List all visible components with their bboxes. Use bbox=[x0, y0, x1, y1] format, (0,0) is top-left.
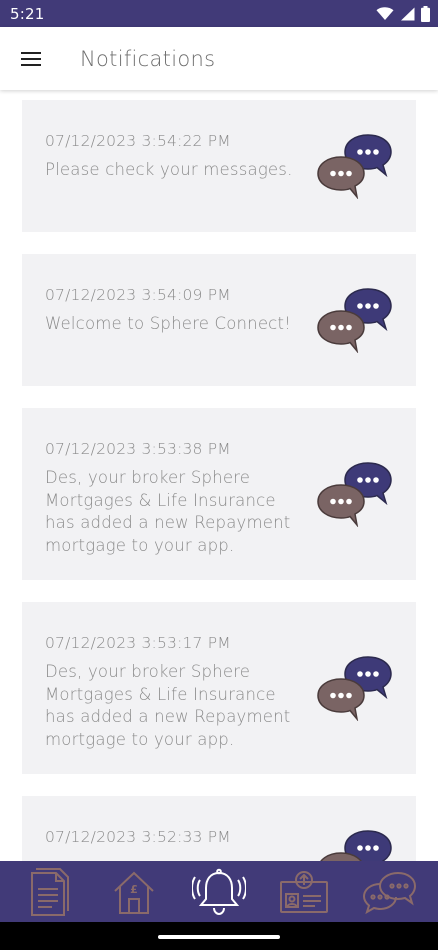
document-icon bbox=[30, 867, 69, 916]
gesture-nav-bar bbox=[0, 922, 438, 950]
chat-bubbles-icon bbox=[317, 656, 392, 721]
upload-id-icon bbox=[280, 870, 329, 913]
nav-documents[interactable] bbox=[19, 864, 79, 920]
notification-message: Welcome to Sphere Connect! bbox=[45, 314, 291, 333]
notification-timestamp: 07/12/2023 3:53:17 PM bbox=[45, 634, 231, 652]
nav-messages[interactable] bbox=[359, 864, 419, 920]
status-icons bbox=[376, 5, 430, 22]
home-pound-icon: £ bbox=[114, 871, 154, 914]
chat-bubbles-icon bbox=[317, 134, 392, 199]
wifi-icon bbox=[376, 6, 394, 20]
status-time: 5:21 bbox=[10, 4, 45, 23]
signal-icon bbox=[401, 7, 415, 20]
menu-button[interactable] bbox=[0, 27, 62, 90]
app-bar: Notifications bbox=[0, 27, 438, 90]
svg-text:£: £ bbox=[130, 883, 138, 896]
notification-timestamp: 07/12/2023 3:53:38 PM bbox=[45, 440, 231, 458]
hamburger-menu-icon bbox=[21, 51, 41, 66]
notification-card[interactable]: 07/12/2023 3:53:38 PM Des, your broker S… bbox=[22, 408, 416, 580]
notifications-list-viewport[interactable]: 07/12/2023 3:54:22 PM Please check your … bbox=[0, 90, 438, 861]
notification-message: Please check your messages. bbox=[45, 160, 293, 179]
nav-notifications[interactable] bbox=[189, 864, 249, 920]
status-bar: 5:21 bbox=[0, 0, 438, 27]
notification-timestamp: 07/12/2023 3:54:22 PM bbox=[45, 132, 231, 150]
notification-card[interactable]: 07/12/2023 3:54:22 PM Please check your … bbox=[22, 100, 416, 232]
chat-bubbles-icon bbox=[320, 830, 392, 861]
notification-message: Des, your broker Sphere Mortgages & Life… bbox=[45, 468, 291, 555]
notification-card[interactable]: 07/12/2023 3:54:09 PM Welcome to Sphere … bbox=[22, 254, 416, 386]
notifications-list: 07/12/2023 3:54:22 PM Please check your … bbox=[0, 90, 438, 861]
nav-home[interactable]: £ bbox=[104, 864, 164, 920]
notification-card[interactable]: 07/12/2023 3:52:33 PM bbox=[22, 796, 416, 861]
notification-message: Des, your broker Sphere Mortgages & Life… bbox=[45, 662, 291, 749]
chat-bubbles-icon bbox=[317, 462, 392, 527]
chat-bubbles-icon bbox=[317, 288, 392, 353]
notification-timestamp: 07/12/2023 3:54:09 PM bbox=[45, 286, 231, 304]
home-gesture-handle[interactable] bbox=[158, 935, 280, 939]
bell-icon bbox=[191, 868, 246, 915]
nav-upload-id[interactable] bbox=[274, 864, 334, 920]
notification-card[interactable]: 07/12/2023 3:53:17 PM Des, your broker S… bbox=[22, 602, 416, 774]
notification-timestamp: 07/12/2023 3:52:33 PM bbox=[45, 828, 231, 846]
chat-icon bbox=[363, 871, 417, 914]
bottom-nav: £ bbox=[0, 861, 438, 922]
battery-icon bbox=[421, 5, 430, 22]
page-title: Notifications bbox=[80, 46, 216, 71]
